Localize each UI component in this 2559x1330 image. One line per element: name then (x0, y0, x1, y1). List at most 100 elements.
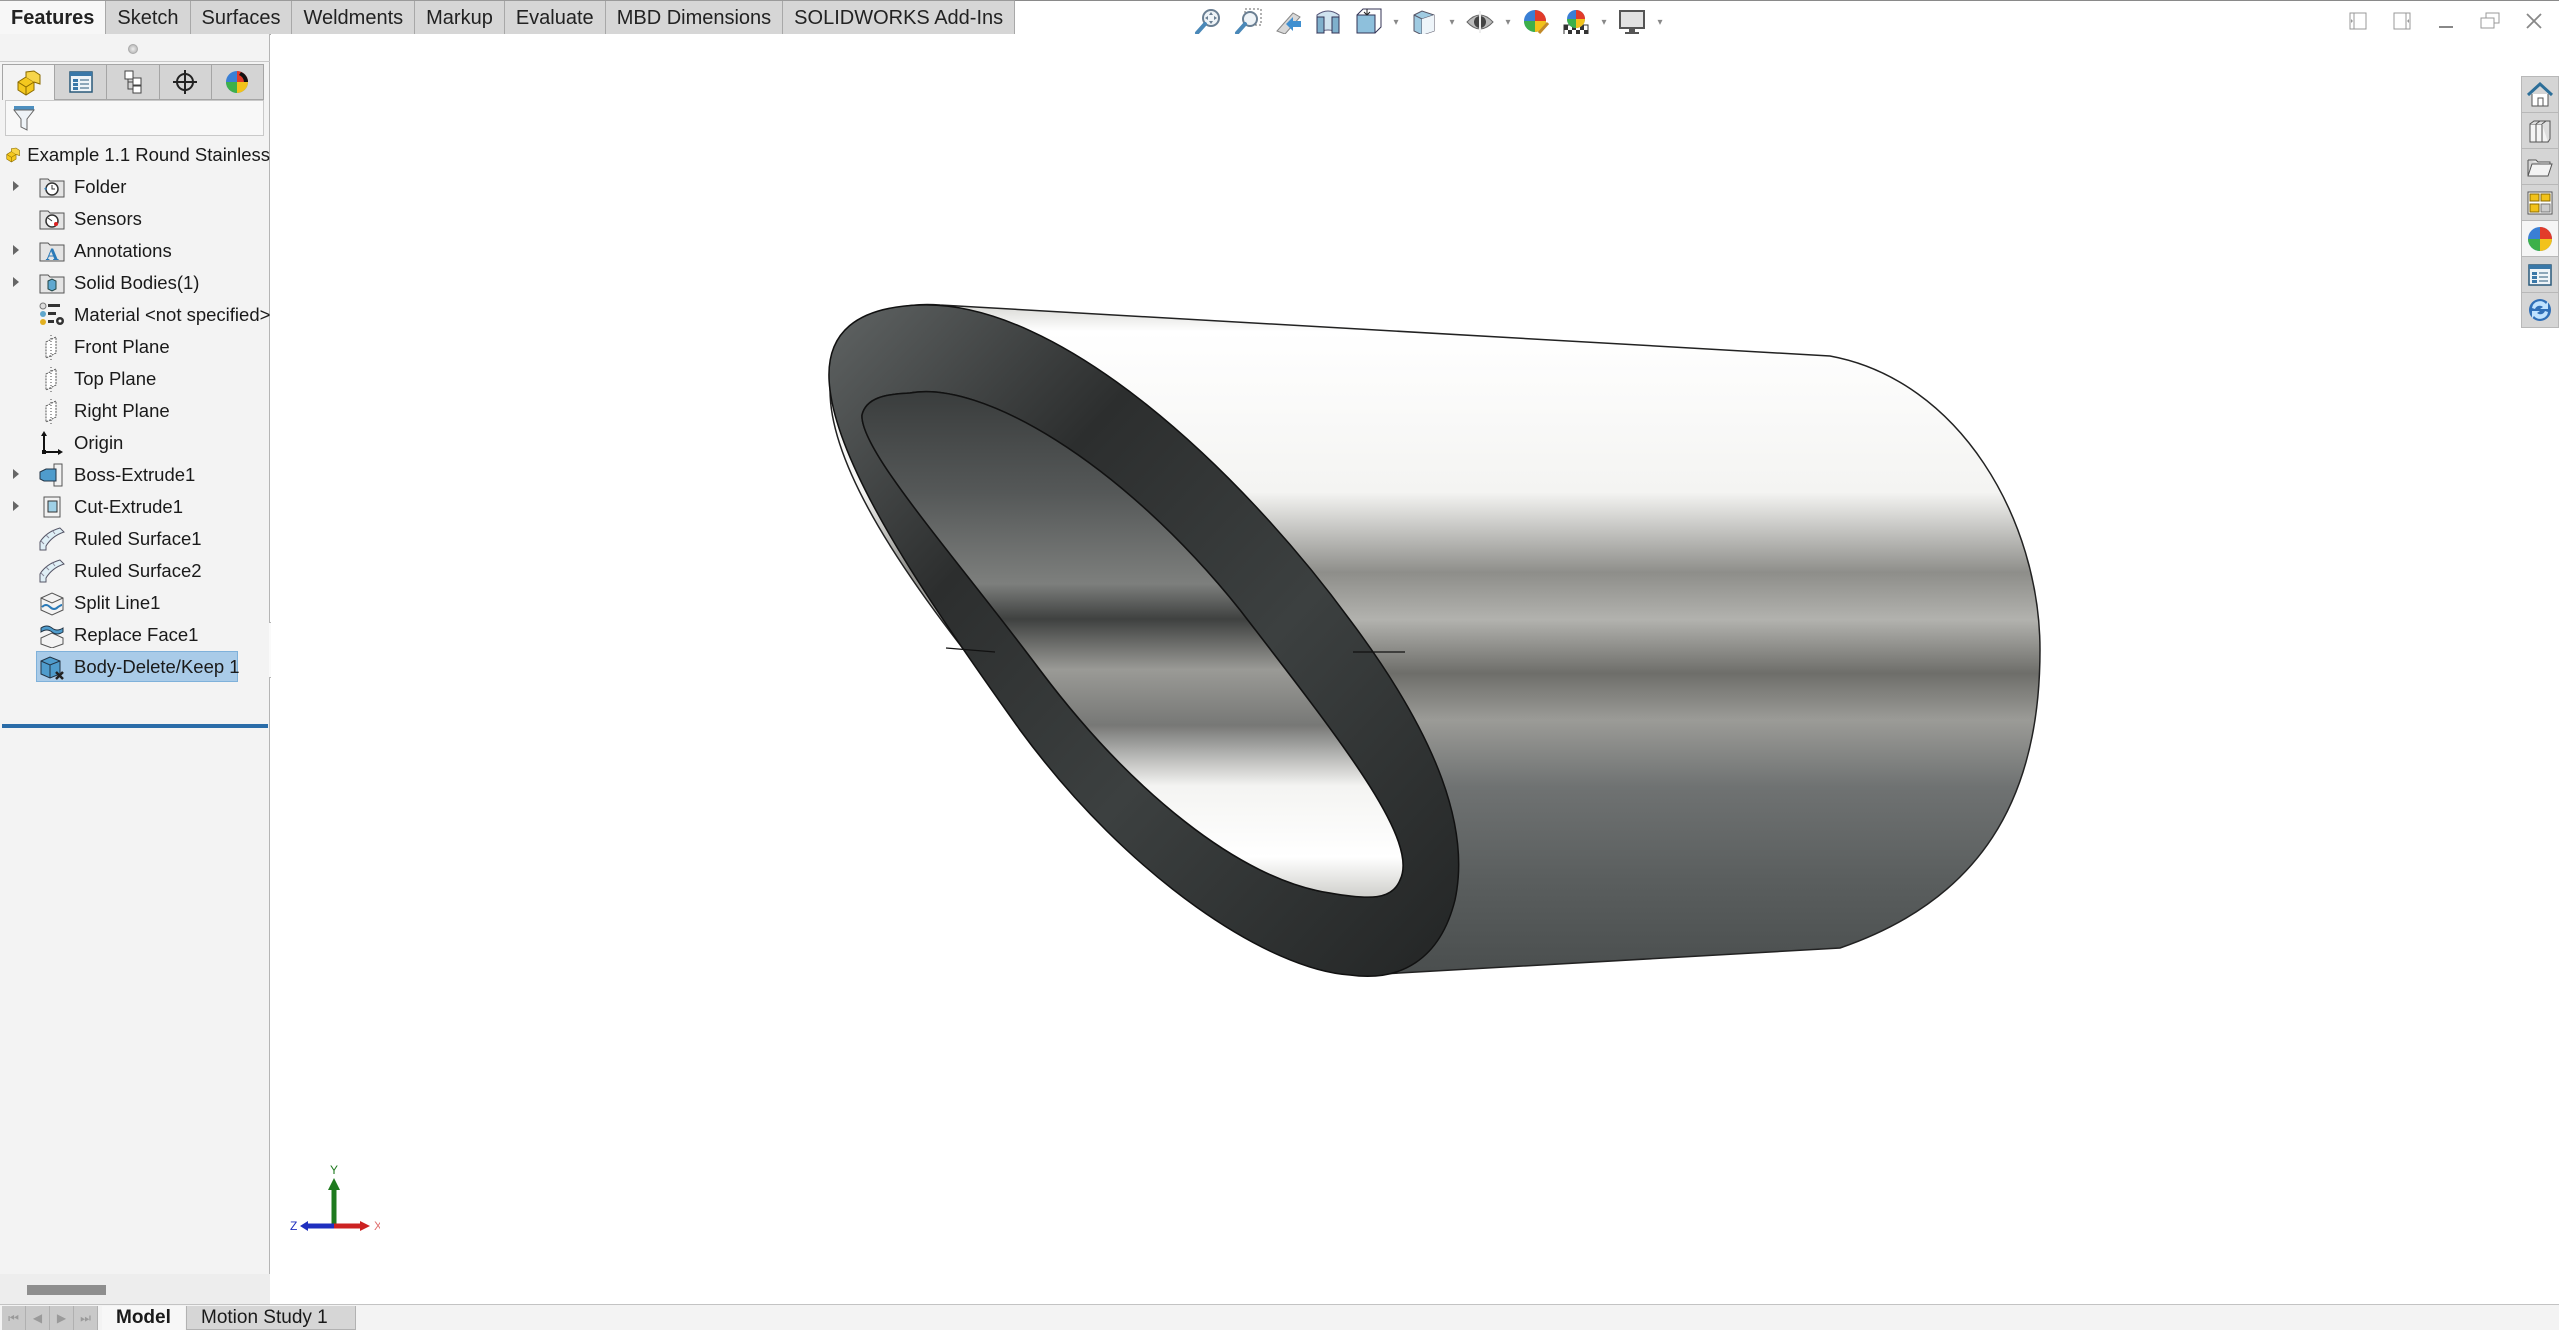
restore-icon (2480, 12, 2500, 29)
tab-mbd-dimensions[interactable]: MBD Dimensions (605, 1, 784, 35)
dimxpertmanager-icon (173, 70, 198, 94)
first-tab-button[interactable]: ⏮ (2, 1306, 26, 1330)
restore-button[interactable] (2475, 8, 2505, 34)
tab-motion-study-1[interactable]: Motion Study 1 (186, 1306, 356, 1330)
rollback-bar[interactable] (2, 724, 268, 728)
expand-arrow-icon[interactable] (13, 245, 19, 255)
plane-icon (45, 399, 57, 424)
tree-item-ruled-surface1[interactable]: Ruled Surface1 (0, 523, 270, 555)
solid-bodies-folder-icon (39, 274, 65, 294)
part-icon (6, 147, 20, 163)
edit-appearance-icon (1524, 10, 1550, 35)
hide-show-items-icon (1466, 11, 1494, 33)
svg-text:A: A (45, 245, 59, 263)
next-tab-button[interactable]: ▶ (50, 1306, 74, 1330)
tree-item-label: Body-Delete/Keep 1 (74, 656, 240, 677)
tile-right-button[interactable] (2387, 8, 2417, 34)
tab-propertymanager[interactable] (55, 64, 108, 100)
annotations-folder-icon: A (39, 242, 65, 263)
tree-item-material[interactable]: Material <not specified> (0, 299, 270, 331)
ruled-surface-icon (39, 559, 65, 583)
expand-arrow-icon[interactable] (13, 181, 19, 191)
tree-item-body-delete-keep1[interactable]: Body-Delete/Keep 1 (0, 651, 270, 683)
window-controls (2343, 8, 2559, 34)
3d-model-round-stainless-tube[interactable] (271, 34, 2559, 1304)
featuremanager-panel: Example 1.1 Round Stainless Folder Senso… (0, 34, 270, 1304)
tree-root-part[interactable]: Example 1.1 Round Stainless (0, 139, 270, 171)
tab-view-palette[interactable] (2521, 184, 2559, 220)
tree-item-sensors[interactable]: Sensors (0, 203, 270, 235)
tab-sketch[interactable]: Sketch (106, 1, 191, 35)
featuremanager-icon (17, 69, 41, 96)
tab-features[interactable]: Features (0, 1, 107, 35)
tree-item-solid-bodies[interactable]: Solid Bodies(1) (0, 267, 270, 299)
tab-displaymanager[interactable] (211, 64, 265, 100)
tab-navigation: ⏮ ◀ ▶ ⏭ (2, 1306, 98, 1330)
plane-icon (45, 335, 57, 360)
tab-configurationmanager[interactable] (107, 64, 160, 100)
tab-solidworks-add-ins[interactable]: SOLIDWORKS Add-Ins (783, 1, 1016, 35)
close-button[interactable] (2519, 8, 2549, 34)
tree-item-label: Replace Face1 (74, 624, 199, 645)
tree-item-label: Material <not specified> (74, 304, 271, 325)
tree-item-folder[interactable]: Folder (0, 171, 270, 203)
tree-item-replace-face1[interactable]: Replace Face1 (0, 619, 270, 651)
previous-tab-button[interactable]: ◀ (26, 1306, 50, 1330)
expand-arrow-icon[interactable] (13, 277, 19, 287)
tree-item-label: Folder (74, 176, 127, 197)
tree-item-split-line1[interactable]: Split Line1 (0, 587, 270, 619)
triad-x-label: X (374, 1219, 380, 1233)
configurationmanager-icon (124, 70, 142, 94)
tree-item-front-plane[interactable]: Front Plane (0, 331, 270, 363)
tree-horizontal-scrollbar[interactable] (0, 1274, 270, 1304)
tab-solidworks-resources[interactable] (2521, 76, 2559, 112)
zoom-to-area-icon (1235, 8, 1262, 35)
ruled-surface-icon (39, 527, 65, 551)
tab-weldments[interactable]: Weldments (292, 1, 416, 35)
tab-evaluate[interactable]: Evaluate (504, 1, 606, 35)
triad-y-arrow (328, 1178, 340, 1190)
feature-tree: Example 1.1 Round Stainless Folder Senso… (0, 139, 270, 683)
graphics-area[interactable]: Y X Z (271, 34, 2559, 1304)
tree-item-ruled-surface2[interactable]: Ruled Surface2 (0, 555, 270, 587)
tree-item-right-plane[interactable]: Right Plane (0, 395, 270, 427)
tab-design-library[interactable] (2521, 112, 2559, 148)
tab-file-explorer[interactable] (2521, 148, 2559, 184)
tree-item-label: Split Line1 (74, 592, 161, 613)
tree-item-annotations[interactable]: A Annotations (0, 235, 270, 267)
tree-item-boss-extrude1[interactable]: Boss-Extrude1 (0, 459, 270, 491)
sensors-folder-icon (39, 210, 65, 230)
body-delete-keep-icon (40, 656, 64, 680)
triad-y-label: Y (330, 1163, 338, 1177)
tab-model[interactable]: Model (102, 1306, 185, 1330)
tree-item-label: Sensors (74, 208, 142, 229)
feature-filter-bar[interactable] (5, 100, 264, 136)
history-folder-icon (39, 178, 65, 198)
last-tab-button[interactable]: ⏭ (74, 1306, 98, 1330)
scrollbar-thumb[interactable] (27, 1285, 106, 1295)
file-explorer-icon (2527, 159, 2553, 176)
origin-icon (41, 431, 63, 455)
panel-collapse-handle[interactable] (128, 44, 138, 54)
tree-item-top-plane[interactable]: Top Plane (0, 363, 270, 395)
tab-appearances-scenes[interactable] (2521, 220, 2559, 256)
tab-markup[interactable]: Markup (415, 1, 505, 35)
tree-item-cut-extrude1[interactable]: Cut-Extrude1 (0, 491, 270, 523)
tab-dimxpertmanager[interactable] (159, 64, 212, 100)
tab-featuremanager[interactable] (2, 64, 56, 100)
previous-view-icon (1276, 12, 1301, 35)
expand-arrow-icon[interactable] (13, 469, 19, 479)
tree-item-origin[interactable]: Origin (0, 427, 270, 459)
filter-icon (12, 106, 36, 131)
triad-z-label: Z (290, 1219, 297, 1233)
tile-left-button[interactable] (2343, 8, 2373, 34)
plane-icon (45, 367, 57, 392)
reference-triad: Y X Z (290, 1163, 380, 1233)
expand-arrow-icon[interactable] (13, 501, 19, 511)
tab-surfaces[interactable]: Surfaces (190, 1, 293, 35)
tile-right-icon (2393, 12, 2411, 30)
tab-custom-properties[interactable] (2521, 256, 2559, 292)
solidworks-resources-icon (2526, 81, 2554, 106)
minimize-button[interactable] (2431, 8, 2461, 34)
tab-solidworks-forum[interactable] (2521, 292, 2559, 328)
